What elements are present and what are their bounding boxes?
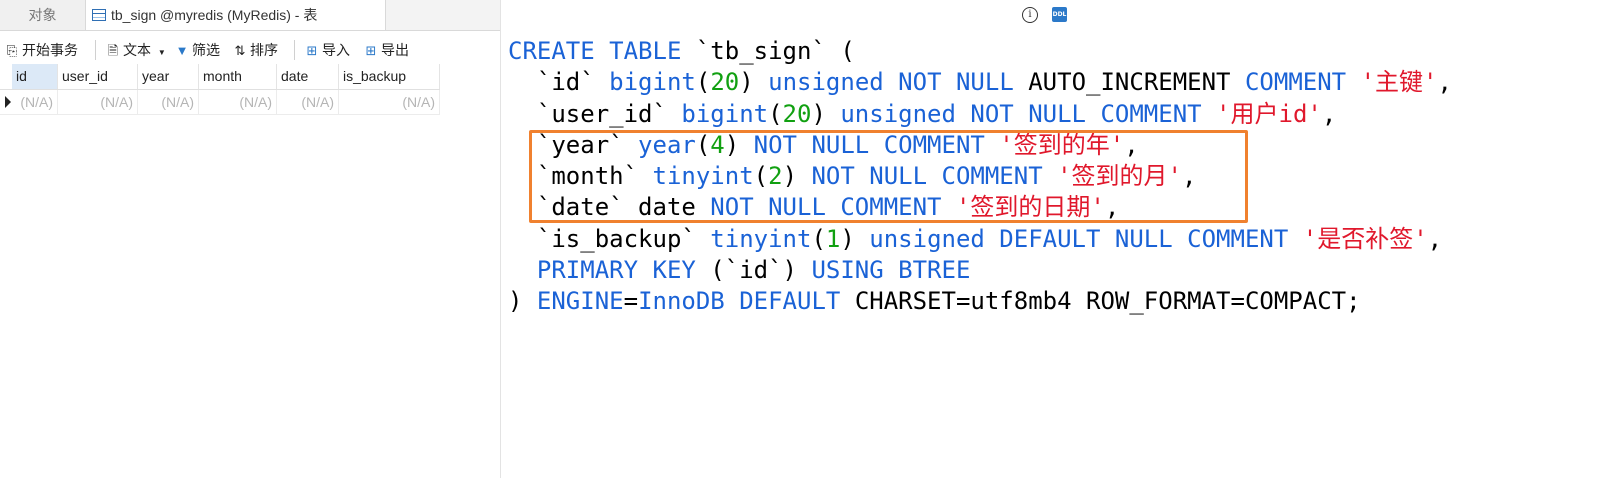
code-token: 20 — [782, 99, 812, 128]
code-token: ) — [811, 99, 841, 128]
cell-is-backup[interactable]: (N/A) — [339, 90, 440, 114]
table-data-panel: 对象 tb_sign @myredis (MyRedis) - 表 ⎘ 开始事务 … — [0, 0, 501, 478]
sort-label: 排序 — [250, 42, 278, 58]
code-token: bigint — [681, 99, 769, 128]
code-token: ) — [739, 68, 769, 97]
code-token: `id` — [508, 68, 610, 97]
code-token: CREATE TABLE — [508, 37, 696, 65]
table-row[interactable]: (N/A) (N/A) (N/A) (N/A) (N/A) (N/A) — [0, 90, 440, 115]
toolbar: ⎘ 开始事务 🗎 文本 ▼ ▼ 筛选 ⇅ 排序 ⊞ 导入 ⊞ 导出 — [0, 36, 500, 64]
column-header-year[interactable]: year — [138, 64, 199, 89]
ddl-icon[interactable]: DDL — [1052, 7, 1067, 22]
toolbar-divider — [95, 40, 96, 60]
code-token: CHARSET=utf8mb4 ROW_FORMAT=COMPACT; — [854, 287, 1361, 316]
cell-year[interactable]: (N/A) — [138, 90, 199, 114]
code-token: '主键' — [1360, 68, 1438, 97]
transaction-icon: ⎘ — [6, 43, 18, 58]
dropdown-arrow-icon: ▼ — [157, 48, 166, 57]
import-icon: ⊞ — [306, 43, 318, 58]
toolbar-divider — [294, 40, 295, 60]
text-button[interactable]: 🗎 文本 ▼ — [106, 36, 166, 64]
code-token: = — [623, 287, 639, 316]
code-token: 1 — [825, 224, 841, 253]
document-icon: 🗎 — [107, 43, 119, 58]
grid-header: id user_id year month date is_backup — [0, 64, 440, 90]
current-row-marker-icon — [5, 96, 11, 108]
code-token: unsigned NOT NULL COMMENT — [840, 99, 1217, 128]
code-token: `is_backup` — [508, 224, 711, 253]
code-token: COMMENT — [1244, 68, 1361, 97]
column-header-id[interactable]: id — [12, 64, 58, 89]
filter-icon: ▼ — [175, 43, 189, 58]
cell-user-id[interactable]: (N/A) — [58, 90, 138, 114]
code-token: ( — [811, 224, 826, 253]
code-line: `user_id` bigint(20) unsigned NOT NULL C… — [508, 99, 1452, 130]
code-token: ) — [840, 224, 870, 253]
code-token: ENGINE — [536, 287, 624, 316]
code-token: `tb_sign` ( — [695, 37, 855, 65]
column-header-user-id[interactable]: user_id — [58, 64, 138, 89]
column-header-is-backup[interactable]: is_backup — [339, 64, 440, 89]
table-icon — [92, 9, 106, 21]
import-button[interactable]: ⊞ 导入 — [305, 36, 350, 64]
code-token: ) — [508, 287, 537, 316]
code-token: '用户id' — [1216, 99, 1322, 128]
code-line: `id` bigint(20) unsigned NOT NULL AUTO_I… — [508, 67, 1452, 98]
code-line: CREATE TABLE `tb_sign` ( — [508, 36, 1452, 67]
filter-label: 筛选 — [192, 42, 220, 58]
code-token: USING BTREE — [811, 256, 971, 285]
code-token: `user_id` — [508, 99, 682, 128]
ddl-panel: i DDL CREATE TABLE `tb_sign` ( `id` bigi… — [501, 0, 1600, 478]
code-token: AUTO_INCREMENT — [1028, 68, 1245, 97]
export-button[interactable]: ⊞ 导出 — [364, 36, 409, 64]
code-token: unsigned DEFAULT NULL COMMENT — [869, 224, 1303, 253]
sort-button[interactable]: ⇅ 排序 — [233, 36, 278, 64]
code-token: ( — [768, 99, 783, 128]
sort-icon: ⇅ — [234, 43, 246, 58]
tab-table-label: tb_sign @myredis (MyRedis) - 表 — [111, 7, 318, 23]
cell-date[interactable]: (N/A) — [277, 90, 339, 114]
code-token: InnoDB DEFAULT — [638, 287, 855, 316]
column-header-date[interactable]: date — [277, 64, 339, 89]
code-line: PRIMARY KEY (`id`) USING BTREE — [508, 255, 1452, 286]
tab-objects[interactable]: 对象 — [0, 0, 86, 30]
code-token: (`id`) — [710, 256, 812, 285]
code-line: `is_backup` tinyint(1) unsigned DEFAULT … — [508, 224, 1452, 255]
column-header-month[interactable]: month — [199, 64, 277, 89]
info-icon[interactable]: i — [1022, 7, 1038, 23]
tab-table-tb-sign[interactable]: tb_sign @myredis (MyRedis) - 表 — [86, 0, 386, 30]
code-token: bigint — [609, 68, 696, 97]
code-token: tinyint — [710, 224, 812, 253]
highlight-box — [529, 130, 1248, 223]
export-label: 导出 — [381, 42, 409, 58]
text-label: 文本 — [123, 42, 151, 58]
cell-id[interactable]: (N/A) — [12, 90, 58, 114]
import-label: 导入 — [322, 42, 350, 58]
code-token: 20 — [710, 68, 740, 97]
export-icon: ⊞ — [365, 43, 377, 58]
begin-transaction-button[interactable]: ⎘ 开始事务 — [5, 36, 78, 64]
cell-month[interactable]: (N/A) — [199, 90, 277, 114]
code-token: , — [1427, 224, 1443, 253]
filter-button[interactable]: ▼ 筛选 — [175, 36, 220, 64]
tab-bar: 对象 tb_sign @myredis (MyRedis) - 表 — [0, 0, 500, 31]
code-token: unsigned NOT NULL — [768, 68, 1029, 97]
code-token: ( — [695, 68, 711, 97]
code-token: , — [1321, 99, 1337, 128]
code-token: '是否补签' — [1302, 224, 1428, 253]
code-line: ) ENGINE=InnoDB DEFAULT CHARSET=utf8mb4 … — [508, 286, 1452, 317]
code-token: PRIMARY KEY — [508, 256, 711, 285]
begin-transaction-label: 开始事务 — [22, 42, 78, 58]
code-token: , — [1437, 68, 1452, 97]
